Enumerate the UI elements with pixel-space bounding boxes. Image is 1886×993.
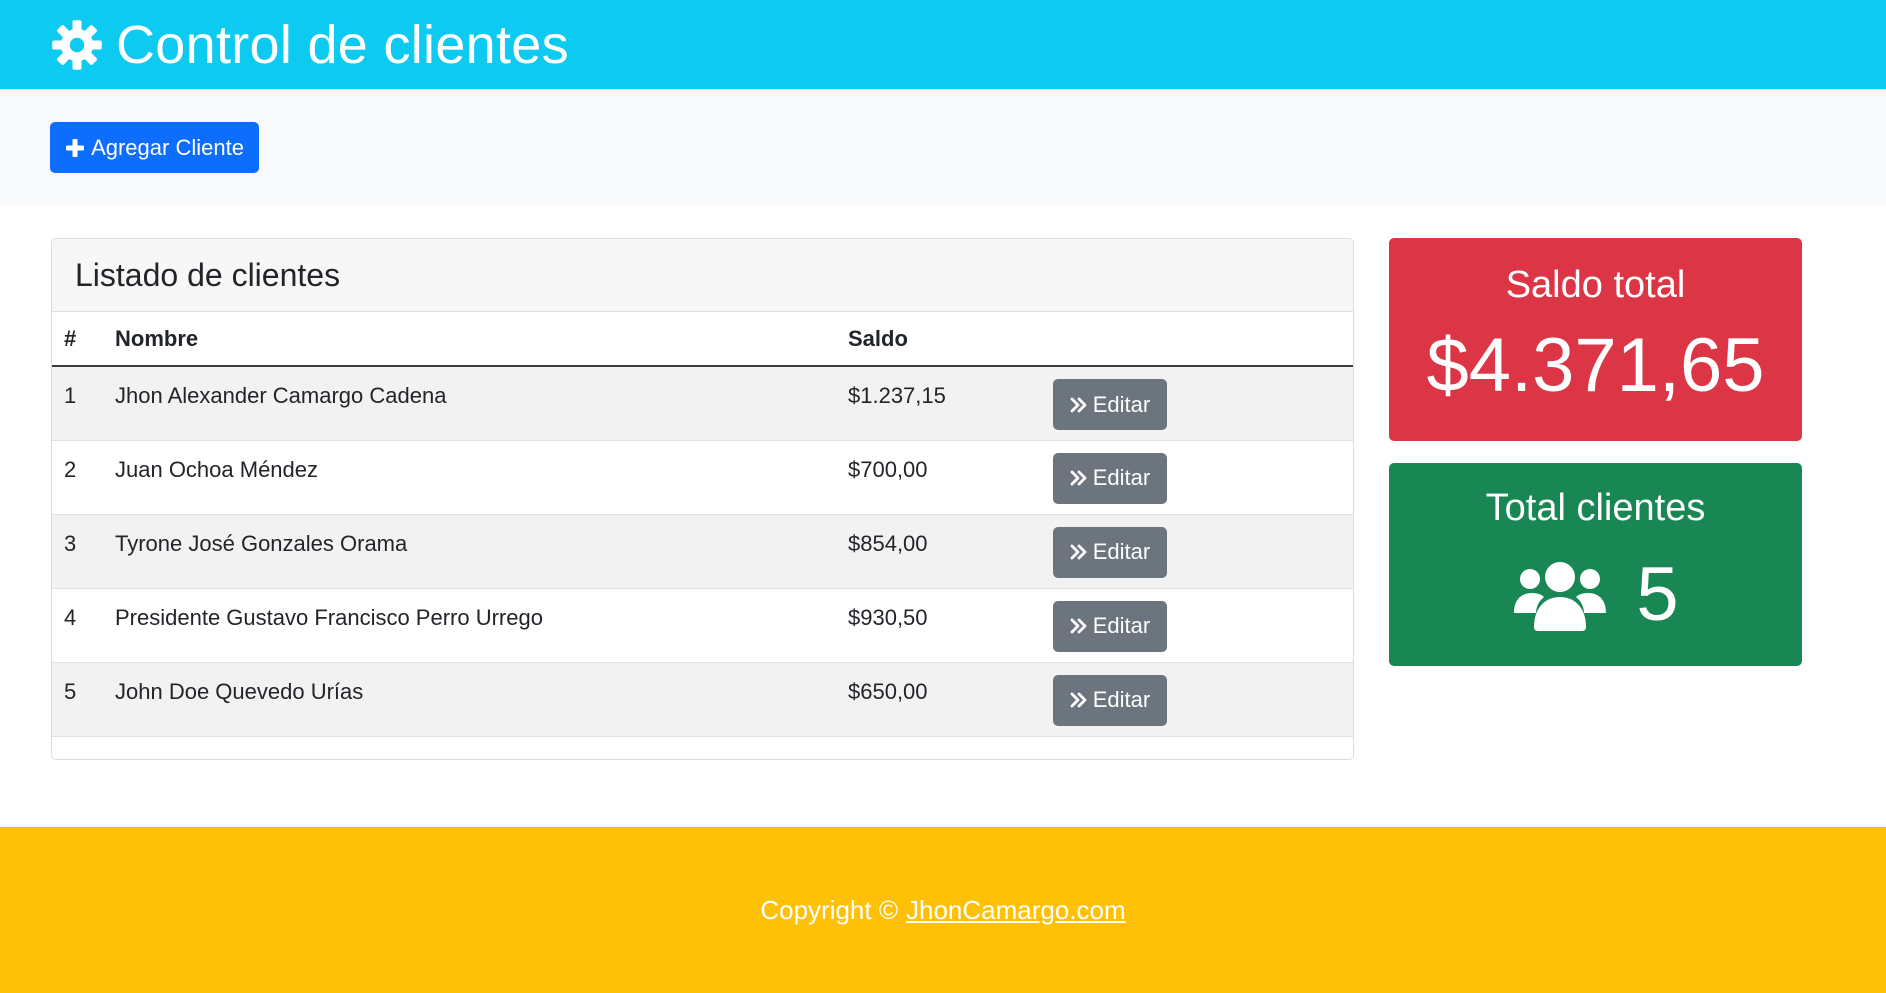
plus-icon bbox=[65, 138, 91, 158]
row-actions: Editar bbox=[1041, 366, 1353, 441]
copyright-text: Copyright © bbox=[760, 894, 898, 925]
edit-client-button[interactable]: Editar bbox=[1053, 674, 1167, 726]
edit-label: Editar bbox=[1092, 539, 1151, 564]
row-number: 5 bbox=[52, 662, 103, 737]
client-name: Juan Ochoa Méndez bbox=[103, 440, 836, 515]
edit-client-button[interactable]: Editar bbox=[1053, 452, 1167, 504]
column-header-saldo: Saldo bbox=[836, 312, 1041, 367]
client-saldo: $1.237,15 bbox=[836, 366, 1041, 441]
action-bar: Agregar Cliente bbox=[0, 89, 1886, 205]
row-number: 1 bbox=[52, 366, 103, 441]
edit-label: Editar bbox=[1092, 391, 1151, 417]
row-number: 4 bbox=[52, 588, 103, 663]
row-number: 2 bbox=[52, 440, 103, 515]
edit-client-button[interactable]: Editar bbox=[1053, 600, 1167, 652]
double-chevron-right-icon bbox=[1070, 617, 1093, 635]
edit-label: Editar bbox=[1092, 465, 1151, 490]
total-clients-value: 5 bbox=[1636, 552, 1679, 637]
row-actions: Editar bbox=[1041, 514, 1353, 589]
client-name: Jhon Alexander Camargo Cadena bbox=[103, 366, 836, 441]
total-balance-card: Saldo total $4.371,65 bbox=[1389, 238, 1802, 441]
clients-table: # Nombre Saldo 1 Jhon Alexander Camargo … bbox=[52, 312, 1353, 737]
table-row: 2 Juan Ochoa Méndez $700,00 Editar bbox=[52, 440, 1353, 515]
row-actions: Editar bbox=[1041, 440, 1353, 515]
table-row: 5 John Doe Quevedo Urías $650,00 Editar bbox=[52, 662, 1353, 737]
client-saldo: $854,00 bbox=[836, 514, 1041, 589]
table-row: 4 Presidente Gustavo Francisco Perro Urr… bbox=[52, 588, 1353, 663]
double-chevron-right-icon bbox=[1070, 469, 1093, 487]
page-title: Control de clientes bbox=[116, 14, 569, 75]
double-chevron-right-icon bbox=[1070, 396, 1093, 414]
client-saldo: $650,00 bbox=[836, 662, 1041, 737]
edit-client-button[interactable]: Editar bbox=[1053, 379, 1167, 430]
table-row: 3 Tyrone José Gonzales Orama $854,00 Edi… bbox=[52, 514, 1353, 589]
row-actions: Editar bbox=[1041, 662, 1353, 737]
column-header-name: Nombre bbox=[103, 312, 836, 367]
clients-card-title: Listado de clientes bbox=[75, 256, 341, 293]
client-name: Tyrone José Gonzales Orama bbox=[103, 514, 836, 589]
clients-card-header: Listado de clientes bbox=[52, 239, 1353, 312]
client-name: Presidente Gustavo Francisco Perro Urreg… bbox=[103, 588, 836, 663]
users-icon bbox=[1512, 557, 1636, 633]
total-balance-title: Saldo total bbox=[1505, 264, 1686, 306]
row-number: 3 bbox=[52, 514, 103, 589]
add-client-label: Agregar Cliente bbox=[91, 134, 244, 160]
total-clients-card: Total clientes 5 bbox=[1389, 463, 1802, 666]
edit-label: Editar bbox=[1092, 687, 1151, 712]
column-header-actions bbox=[1041, 312, 1353, 367]
table-row: 1 Jhon Alexander Camargo Cadena $1.237,1… bbox=[52, 366, 1353, 441]
double-chevron-right-icon bbox=[1070, 691, 1093, 709]
client-saldo: $700,00 bbox=[836, 440, 1041, 515]
edit-client-button[interactable]: Editar bbox=[1053, 526, 1167, 578]
table-header-row: # Nombre Saldo bbox=[52, 312, 1353, 367]
clients-card: Listado de clientes # Nombre Saldo 1 Jho… bbox=[51, 238, 1354, 760]
client-saldo: $930,50 bbox=[836, 588, 1041, 663]
add-client-button[interactable]: Agregar Cliente bbox=[50, 122, 259, 173]
total-balance-value: $4.371,65 bbox=[1426, 323, 1765, 408]
row-actions: Editar bbox=[1041, 588, 1353, 663]
column-header-number: # bbox=[52, 312, 103, 367]
app-header: Control de clientes bbox=[0, 0, 1886, 89]
footer-link[interactable]: JhonCamargo.com bbox=[906, 895, 1126, 926]
gear-icon bbox=[50, 18, 104, 72]
double-chevron-right-icon bbox=[1070, 543, 1093, 561]
total-clients-row: 5 bbox=[1389, 551, 1802, 638]
total-clients-title: Total clientes bbox=[1485, 487, 1706, 529]
app-footer: Copyright © JhonCamargo.com bbox=[0, 827, 1886, 993]
client-name: John Doe Quevedo Urías bbox=[103, 662, 836, 737]
edit-label: Editar bbox=[1092, 613, 1151, 638]
